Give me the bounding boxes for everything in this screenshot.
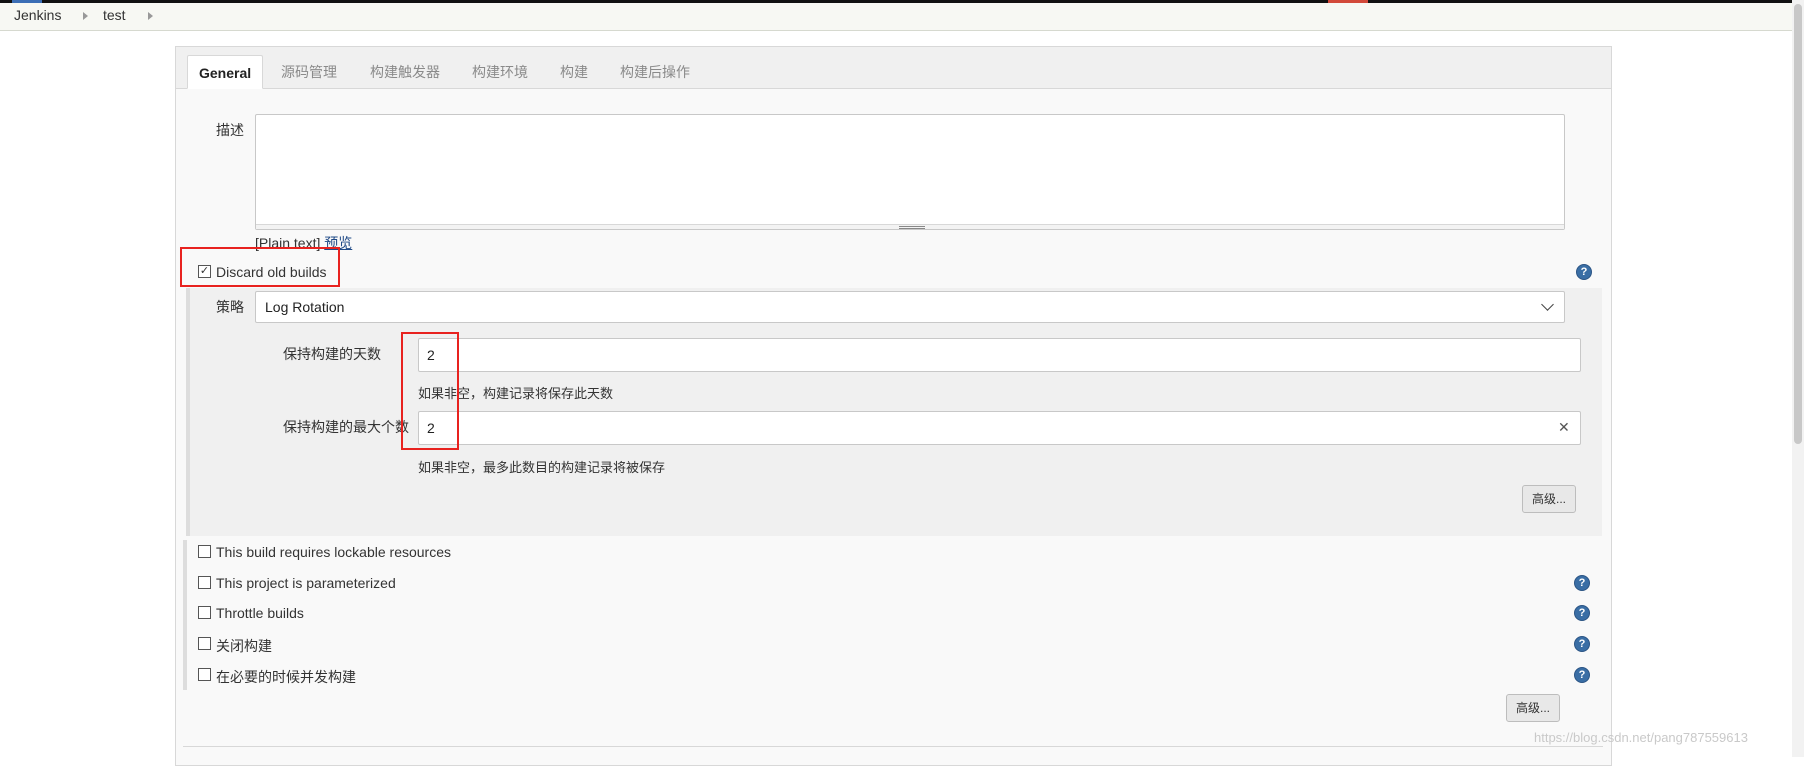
description-textarea[interactable] [255,114,1565,230]
discard-old-builds-checkbox[interactable]: ✓ [198,265,211,278]
days-to-keep-input[interactable] [418,338,1581,372]
max-builds-hint: 如果非空，最多此数目的构建记录将被保存 [418,460,666,475]
description-label: 描述 [216,122,244,138]
lockable-resources-checkbox[interactable] [198,545,211,558]
question-mark-icon[interactable]: ? [1574,575,1590,591]
strategy-selected-value: Log Rotation [265,299,345,315]
tab-build-triggers[interactable]: 构建触发器 [359,55,451,89]
checkmark-icon: ✓ [199,265,210,277]
concurrent-build-checkbox[interactable] [198,668,211,681]
strategy-advanced-button[interactable]: 高级... [1522,485,1577,513]
config-tabbar: General 源码管理 构建触发器 构建环境 构建 构建后操作 [176,47,1611,89]
question-mark-icon[interactable]: ? [1574,667,1590,683]
tab-general[interactable]: General [187,55,264,89]
scrollbar-thumb[interactable] [1794,4,1802,444]
concurrent-build-label: 在必要的时候并发构建 [216,669,356,685]
disable-build-checkbox[interactable] [198,637,211,650]
preview-link[interactable]: 预览 [324,235,352,251]
breadcrumb-item-jenkins[interactable]: Jenkins [14,7,61,23]
question-mark-icon[interactable]: ? [1576,264,1592,280]
tab-source-control[interactable]: 源码管理 [270,55,348,89]
question-mark-icon[interactable]: ? [1574,605,1590,621]
days-to-keep-label: 保持构建的天数 [283,346,381,362]
options-left-rule [183,540,187,690]
tab-post-build-actions[interactable]: 构建后操作 [609,55,701,89]
chevron-down-icon [1541,298,1554,311]
disable-build-label: 关闭构建 [216,638,272,654]
strategy-label: 策略 [216,299,244,315]
parameterized-checkbox[interactable] [198,576,211,589]
max-builds-input[interactable] [418,411,1581,445]
plain-text-indicator: [Plain text] 预览 [255,235,353,251]
parameterized-label: This project is parameterized [216,575,396,591]
throttle-builds-checkbox[interactable] [198,606,211,619]
tab-build-environment[interactable]: 构建环境 [461,55,539,89]
close-icon[interactable]: ✕ [1558,419,1570,436]
discard-old-builds-label: Discard old builds [216,264,327,280]
throttle-builds-label: Throttle builds [216,605,304,621]
question-mark-icon[interactable]: ? [1574,636,1590,652]
strategy-select[interactable]: Log Rotation [255,291,1565,323]
max-builds-label: 保持构建的最大个数 [283,419,409,435]
breadcrumb-arrow-icon[interactable] [83,12,88,20]
breadcrumb-item-test[interactable]: test [103,7,126,23]
vertical-scrollbar[interactable] [1792,0,1804,757]
watermark-text: https://blog.csdn.net/pang787559613 [1534,730,1748,745]
section-divider [183,746,1603,747]
breadcrumb-arrow-icon[interactable] [148,12,153,20]
days-to-keep-hint: 如果非空，构建记录将保存此天数 [418,386,614,401]
lockable-resources-label: This build requires lockable resources [216,544,451,560]
general-advanced-button[interactable]: 高级... [1506,694,1561,722]
breadcrumb: Jenkins test [0,3,1804,31]
textarea-resize-handle[interactable] [256,224,1564,229]
tab-build[interactable]: 构建 [549,55,599,89]
